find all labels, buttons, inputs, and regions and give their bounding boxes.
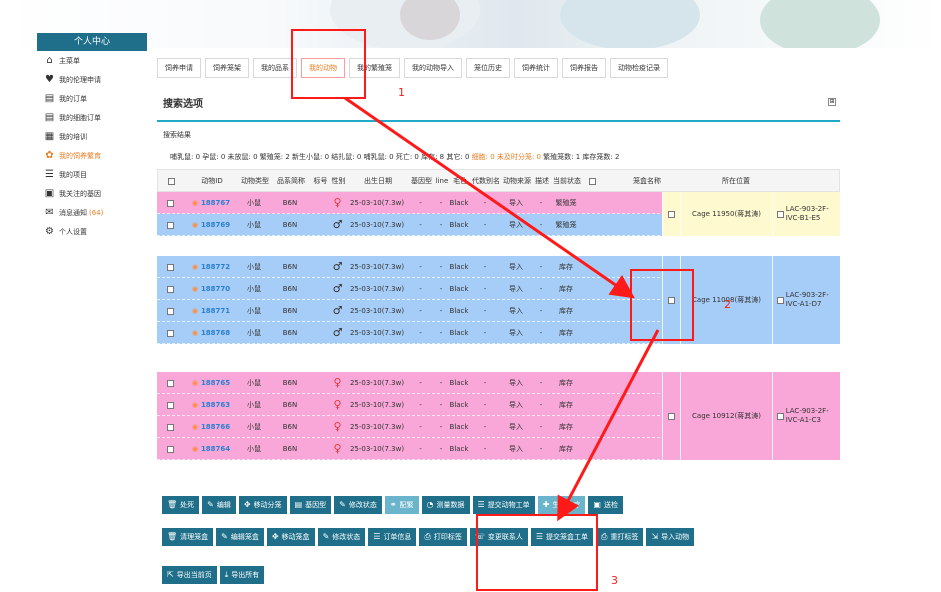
annotation-arrow-1 (344, 96, 635, 299)
annotation-arrows (344, 96, 660, 522)
annotation-arrow-2 (557, 329, 660, 522)
